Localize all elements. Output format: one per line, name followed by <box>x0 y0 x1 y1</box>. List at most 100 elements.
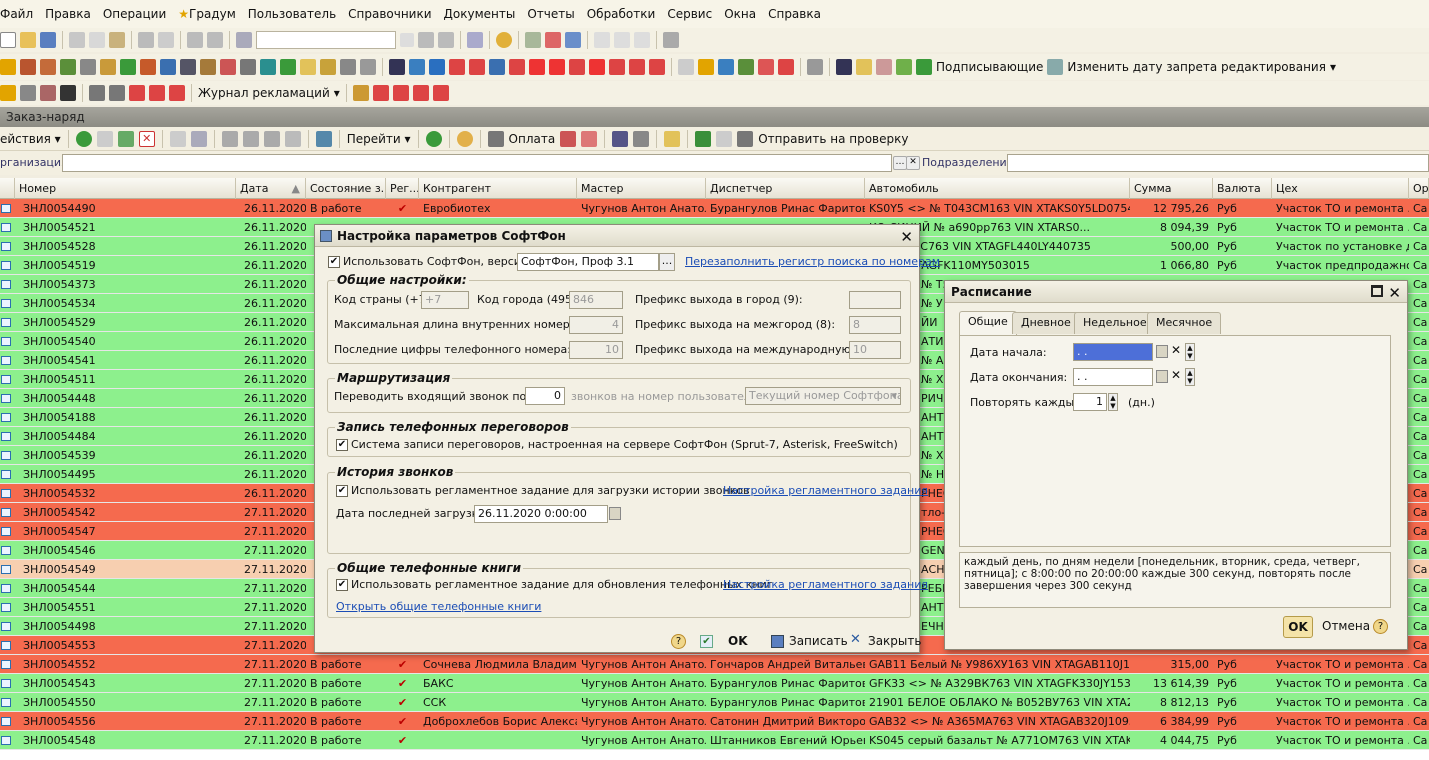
hierarchy-icon[interactable] <box>612 130 629 147</box>
start-date-field[interactable]: . . <box>1073 343 1153 361</box>
schet2-icon[interactable] <box>372 85 389 101</box>
grid-icon[interactable] <box>633 130 650 147</box>
dk-icon[interactable] <box>778 59 794 75</box>
header-org[interactable]: Ор <box>1409 178 1429 199</box>
help-icon[interactable]: ? <box>1373 619 1388 634</box>
book-icon[interactable] <box>140 59 156 75</box>
memory-plus-icon[interactable] <box>614 32 630 48</box>
repeat-spin[interactable]: ▲ ▼ <box>1108 393 1118 411</box>
clear-icon[interactable]: ✕ <box>1171 368 1181 382</box>
complaints-journal-button[interactable]: Журнал рекламаций <box>198 86 330 100</box>
change-date-button[interactable]: Изменить дату запрета редактирования <box>1067 60 1326 74</box>
forward-target-select[interactable]: Текущий номер Софтфона ▾ <box>745 387 901 405</box>
nakl5-icon[interactable] <box>149 85 165 101</box>
folder-icon[interactable] <box>300 59 316 75</box>
pko-icon[interactable] <box>449 59 465 75</box>
tab-weekly[interactable]: Недельное <box>1074 312 1156 334</box>
search-icon[interactable] <box>236 32 252 48</box>
filter-on-icon[interactable] <box>242 130 259 147</box>
header-date[interactable]: Дата ▲ <box>236 178 306 199</box>
select-button-icon[interactable]: … <box>893 156 907 170</box>
print-icon[interactable] <box>138 32 154 48</box>
car2-icon[interactable] <box>20 85 36 101</box>
menu-reports[interactable]: Отчеты <box>521 7 580 21</box>
sign-icon[interactable] <box>916 59 932 75</box>
prefix-intercity-field[interactable]: 8 <box>849 316 901 334</box>
memory-minus-icon[interactable] <box>634 32 650 48</box>
header-dispatcher[interactable]: Диспетчер <box>706 178 865 199</box>
header-state[interactable]: Состояние з... <box>306 178 386 199</box>
print-menu-icon[interactable] <box>560 130 577 147</box>
edit-pencil-icon[interactable] <box>117 130 134 147</box>
building-icon[interactable] <box>20 59 36 75</box>
find-next-icon[interactable] <box>418 32 434 48</box>
department-field[interactable] <box>1007 154 1429 172</box>
app-icon-1[interactable] <box>0 59 16 75</box>
undo-icon[interactable] <box>187 32 203 48</box>
start-date-spin[interactable]: ▲ ▼ <box>1185 343 1195 361</box>
menu-documents[interactable]: Документы <box>438 7 522 21</box>
ok-button[interactable]: OK <box>1283 616 1313 638</box>
new-doc-icon[interactable] <box>0 32 16 48</box>
people2-icon[interactable] <box>352 85 369 101</box>
tab-daily[interactable]: Дневное <box>1012 312 1080 334</box>
nakl8-icon[interactable] <box>412 85 429 101</box>
attach-icon[interactable] <box>716 130 733 147</box>
org-icon[interactable] <box>240 59 256 75</box>
mark-icon[interactable] <box>738 59 754 75</box>
menu-processing[interactable]: Обработки <box>581 7 662 21</box>
table-row[interactable]: ЗНЛ0054490 26.11.2020 В работе ✔ Евробиотех Ч… <box>0 199 1429 218</box>
max-length-field[interactable]: 4 <box>569 316 623 334</box>
last-load-field[interactable]: 26.11.2020 0:00:00 <box>474 505 608 523</box>
header-counterparty[interactable]: Контрагент <box>419 178 577 199</box>
sign-doc-icon[interactable] <box>581 130 598 147</box>
search-combo[interactable] <box>256 31 396 49</box>
windows-icon[interactable] <box>467 32 483 48</box>
header-car[interactable]: Автомобиль <box>865 178 1130 199</box>
person-icon[interactable] <box>100 59 116 75</box>
history-task-checkbox[interactable]: ✔ <box>336 485 348 497</box>
schet-icon[interactable] <box>569 59 585 75</box>
megaphone-icon[interactable] <box>807 59 823 75</box>
car3-icon[interactable] <box>40 85 56 101</box>
close-button[interactable]: Закрыть <box>868 634 921 648</box>
menu-gradum[interactable]: ★Градум <box>172 7 242 21</box>
book-open-icon[interactable] <box>836 59 852 75</box>
filter-off-icon[interactable] <box>284 130 301 147</box>
send-for-review-button[interactable]: Отправить на проверку <box>758 132 908 146</box>
end-date-field[interactable]: . . <box>1073 368 1153 386</box>
paste-icon[interactable] <box>109 32 125 48</box>
monitor-icon[interactable] <box>260 59 276 75</box>
prefix-city-field[interactable] <box>849 291 901 309</box>
redo-icon[interactable] <box>207 32 223 48</box>
help-icon[interactable]: ? <box>671 634 686 649</box>
refresh-icon[interactable] <box>425 130 442 147</box>
doc-red-icon[interactable] <box>758 59 774 75</box>
open-folder-icon[interactable] <box>20 32 36 48</box>
history-task-settings-link[interactable]: Настройка регламентного задания <box>723 484 928 497</box>
arrows2-icon[interactable] <box>549 59 565 75</box>
hammer-icon[interactable] <box>89 85 105 101</box>
doc-blue-icon[interactable] <box>489 59 505 75</box>
books-task-checkbox[interactable]: ✔ <box>336 579 348 591</box>
save-button[interactable]: Записать <box>789 634 848 648</box>
pay-icon[interactable] <box>487 130 504 147</box>
recording-system-checkbox[interactable]: ✔ <box>336 439 348 451</box>
structure-icon[interactable] <box>315 130 332 147</box>
refresh-list-icon[interactable] <box>169 130 186 147</box>
menu-operations[interactable]: Операции <box>97 7 172 21</box>
printer-icon[interactable] <box>737 130 754 147</box>
dropdown-arrow-icon[interactable]: ▾ <box>1330 60 1336 74</box>
close-icon[interactable]: ✕ <box>900 226 913 248</box>
close-icon[interactable]: ✕ <box>1388 282 1401 304</box>
help-icon[interactable] <box>456 130 473 147</box>
info-icon[interactable] <box>496 32 512 48</box>
list-icon[interactable] <box>360 59 376 75</box>
add-icon[interactable] <box>75 130 92 147</box>
copy-icon[interactable] <box>89 32 105 48</box>
actions-menu[interactable]: ействия ▾ <box>0 132 61 146</box>
tab-monthly[interactable]: Месячное <box>1147 312 1222 334</box>
copy-doc-icon[interactable] <box>96 130 113 147</box>
tree-icon[interactable] <box>220 59 236 75</box>
menu-file[interactable]: Файл <box>0 7 39 21</box>
